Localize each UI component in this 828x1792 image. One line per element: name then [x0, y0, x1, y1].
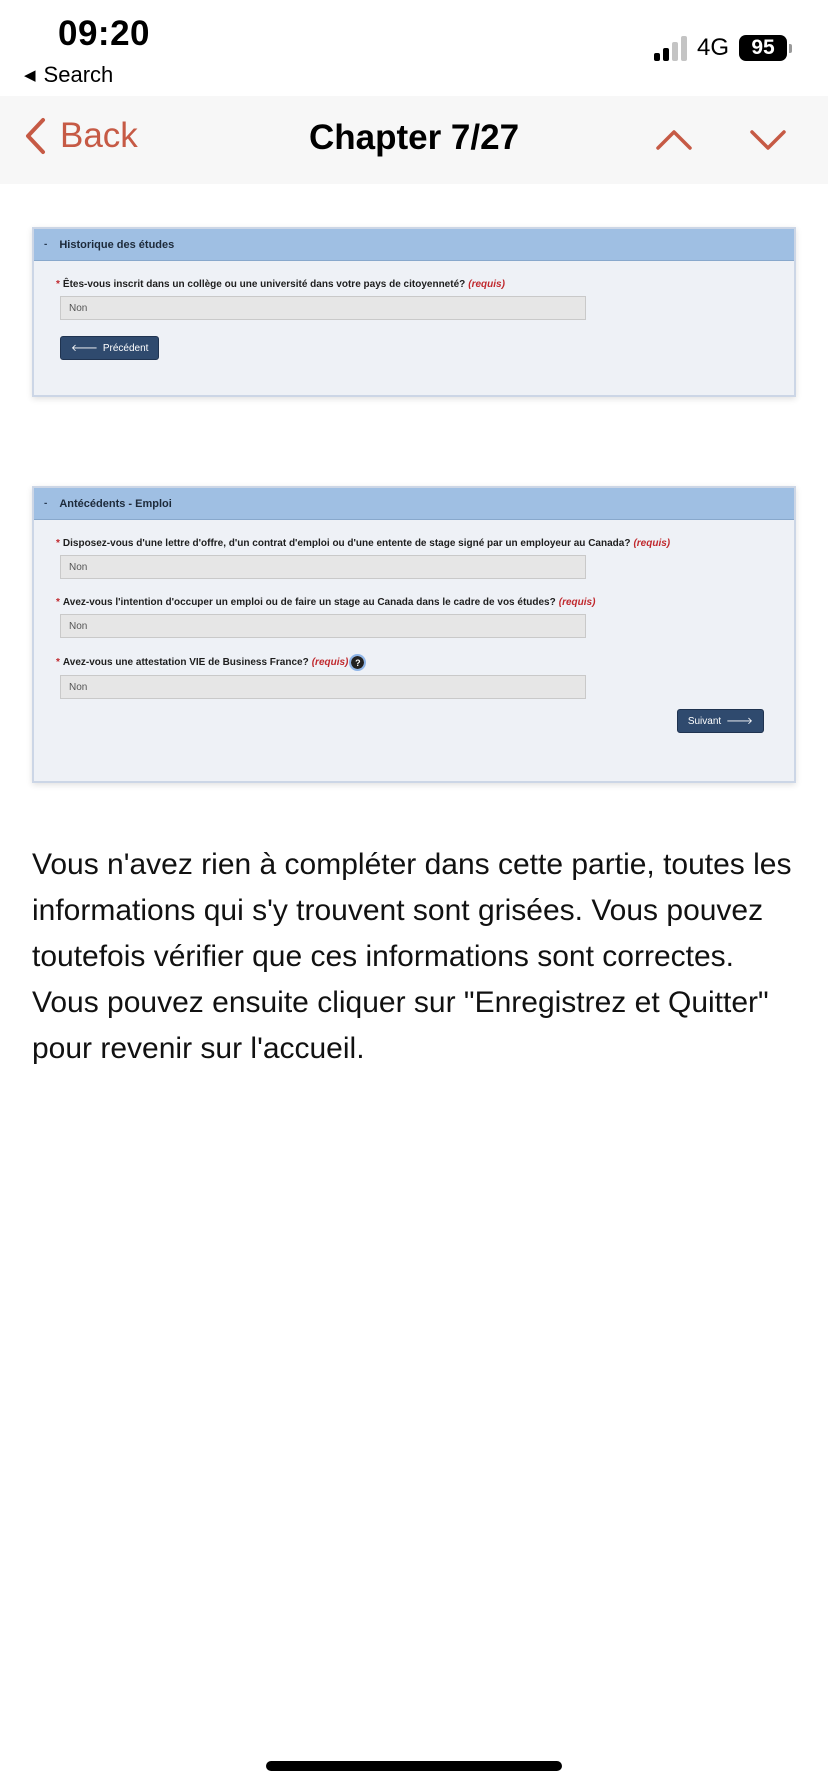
- card-body: * Êtes-vous inscrit dans un collège ou u…: [34, 261, 794, 380]
- previous-button: 🡐 Précédent: [60, 336, 160, 360]
- question: * Disposez-vous d'une lettre d'offre, d'…: [56, 538, 671, 549]
- question-text: Avez-vous l'intention d'occuper un emplo…: [62, 597, 556, 608]
- question-text: Êtes-vous inscrit dans un collège ou une…: [62, 279, 466, 290]
- arrow-right-icon: 🡒: [726, 716, 753, 727]
- status-time: 09:20: [58, 14, 151, 53]
- chapter-body-text: Vous n'avez rien à compléter dans cette …: [32, 848, 792, 1065]
- chevron-up-icon[interactable]: [654, 120, 694, 160]
- previous-button-label: Précédent: [102, 342, 149, 354]
- collapse-icon: -: [44, 239, 48, 250]
- back-triangle-icon: ◀: [24, 67, 36, 84]
- question: * Avez-vous une attestation VIE de Busin…: [56, 654, 772, 671]
- question: * Avez-vous l'intention d'occuper un emp…: [56, 597, 596, 608]
- back-button-label: Back: [60, 116, 138, 155]
- answer-field: Non: [60, 614, 586, 638]
- battery-level: 95: [739, 35, 787, 61]
- chevron-down-icon[interactable]: [748, 120, 788, 160]
- back-to-app-link[interactable]: ◀ Search: [24, 62, 113, 88]
- question-text: Avez-vous une attestation VIE de Busines…: [62, 657, 309, 668]
- required-label: (requis): [311, 657, 349, 668]
- back-button[interactable]: Back: [24, 116, 138, 156]
- help-icon: ?: [349, 654, 367, 671]
- screenshot-card-education: - Historique des études * Êtes-vous insc…: [32, 227, 796, 397]
- home-indicator[interactable]: [266, 1761, 562, 1771]
- network-type: 4G: [696, 34, 729, 61]
- collapse-icon: -: [44, 498, 48, 509]
- required-label: (requis): [633, 538, 671, 549]
- status-indicators: 4G 95: [653, 34, 792, 62]
- battery-icon: 95: [739, 35, 792, 61]
- signal-icon: [653, 35, 687, 61]
- nav-bar: Back Chapter 7/27: [0, 96, 828, 184]
- required-label: (requis): [468, 279, 505, 290]
- status-bar: 09:20 ◀ Search 4G 95: [0, 0, 828, 96]
- required-label: (requis): [558, 597, 596, 608]
- next-button: Suivant 🡒: [676, 709, 764, 733]
- answer-field: Non: [60, 296, 586, 320]
- card-header-title: Historique des études: [59, 238, 175, 251]
- answer-field: Non: [60, 555, 586, 579]
- next-button-label: Suivant: [687, 715, 722, 727]
- question-text: Disposez-vous d'une lettre d'offre, d'un…: [62, 538, 631, 549]
- card-body: * Disposez-vous d'une lettre d'offre, d'…: [34, 520, 794, 753]
- chevron-left-icon: [26, 118, 45, 154]
- page: 09:20 ◀ Search 4G 95 Back Chapter 7/27 -…: [0, 0, 828, 1792]
- card-header-title: Antécédents - Emploi: [59, 497, 172, 510]
- answer-field: Non: [60, 675, 586, 699]
- card-header: - Historique des études: [34, 229, 794, 261]
- arrow-left-icon: 🡐: [71, 343, 98, 354]
- back-to-app-label: Search: [43, 62, 114, 87]
- question: * Êtes-vous inscrit dans un collège ou u…: [56, 279, 505, 290]
- screenshot-card-employment: - Antécédents - Emploi * Disposez-vous d…: [32, 486, 796, 783]
- card-header: - Antécédents - Emploi: [34, 488, 794, 520]
